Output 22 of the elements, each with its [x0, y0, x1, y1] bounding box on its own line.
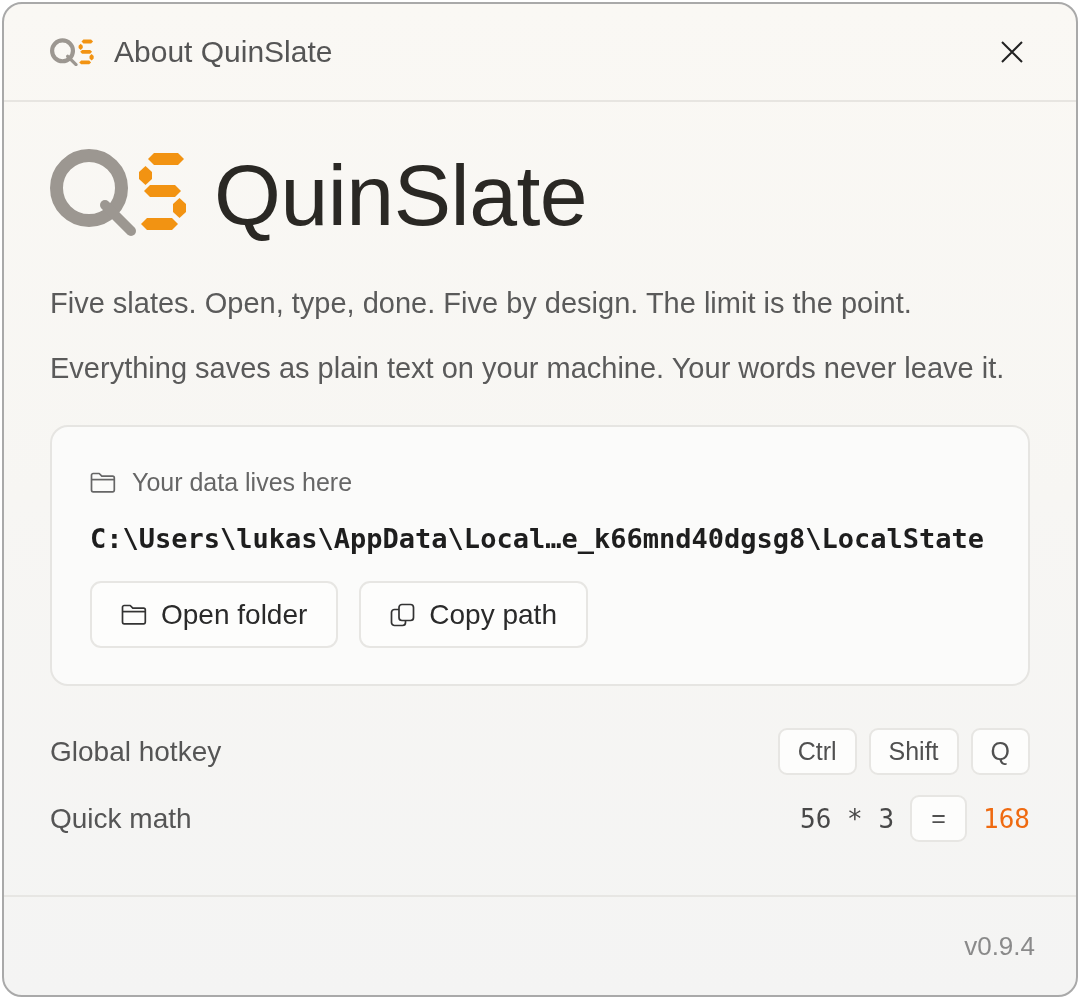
action-button[interactable]: Copy path	[359, 581, 588, 648]
logo-icon	[50, 148, 187, 238]
folder-icon	[90, 471, 116, 493]
key-cap: =	[910, 795, 968, 842]
close-icon	[1001, 41, 1023, 63]
path-text: C:\Users\lukas\AppData\Local…e_k66mnd40dgsg8\LocalState	[90, 522, 986, 556]
folder-icon	[121, 604, 147, 625]
math-expression: 56 * 3	[800, 803, 895, 834]
version-text: v0.9.4	[964, 930, 1035, 962]
tagline-text: Everything saves as plain text on your machine. Your words never leave it.	[50, 351, 1006, 386]
section-label: Your data lives here	[132, 467, 353, 497]
key-cap: Ctrl	[777, 728, 857, 775]
setting-label: Quick math	[50, 802, 192, 835]
action-button[interactable]: Open folder	[90, 581, 339, 648]
tagline-text: Five slates. Open, type, done. Five by design. The limit is the point.	[50, 286, 913, 321]
copy-icon	[390, 602, 416, 627]
window-title: About QuinSlate	[114, 35, 333, 69]
key-cap: Q	[970, 728, 1030, 775]
math-result: 168	[983, 803, 1030, 834]
logo-icon	[50, 37, 94, 67]
key-cap: Shift	[868, 728, 959, 775]
setting-label: Global hotkey	[50, 735, 222, 768]
